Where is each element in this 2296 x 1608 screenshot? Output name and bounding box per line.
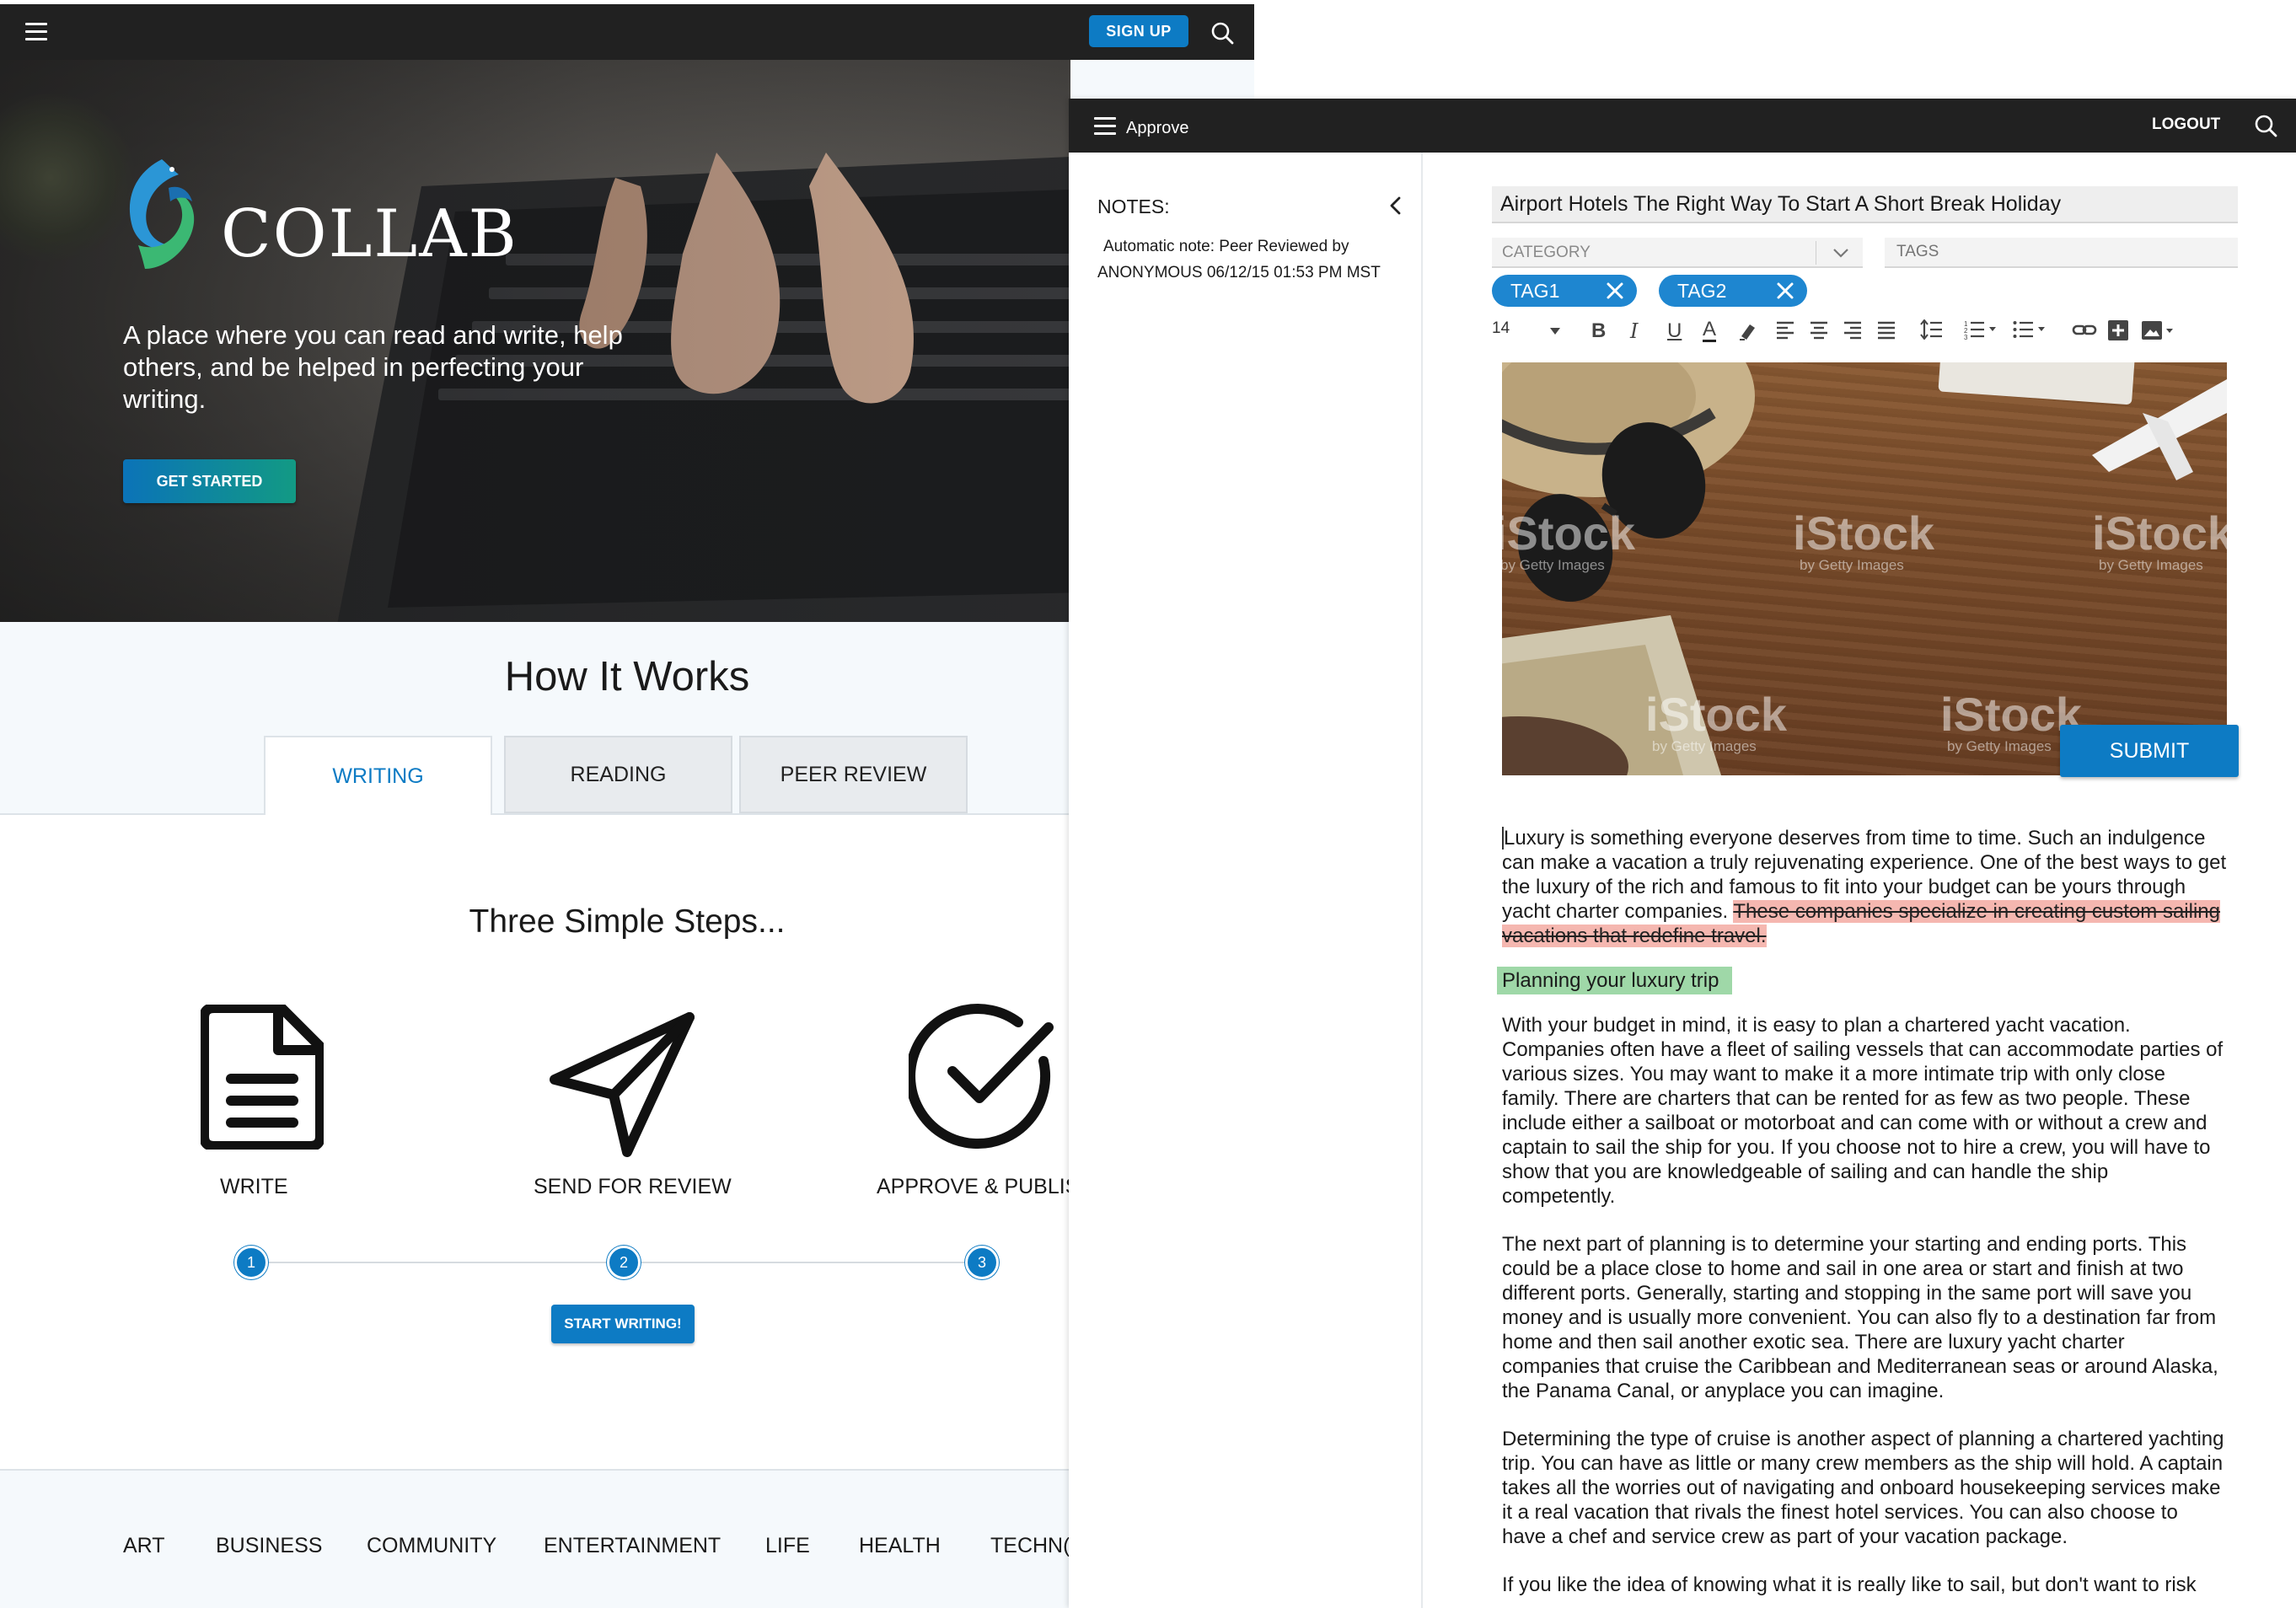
steps-title: Three Simple Steps... xyxy=(469,903,786,940)
section-heading-highlighted[interactable]: Planning your luxury trip xyxy=(1497,967,1733,994)
line-height-icon[interactable] xyxy=(1920,319,1944,340)
start-writing-button[interactable]: START WRITING! xyxy=(551,1305,695,1343)
underline-button[interactable]: U xyxy=(1667,319,1682,343)
category-link-entertainment[interactable]: ENTERTAINMENT xyxy=(544,1534,721,1558)
chevron-left-icon[interactable] xyxy=(1387,195,1405,217)
category-link-community[interactable]: COMMUNITY xyxy=(367,1534,496,1558)
image-watermark: iStock by Getty Images xyxy=(1502,507,1636,573)
hamburger-menu-icon[interactable] xyxy=(1094,117,1116,136)
font-color-button[interactable]: A xyxy=(1703,319,1717,342)
article-editor: CATEGORY TAG1 TAG2 14 B I U A xyxy=(1423,153,2296,1608)
page-title: Approve xyxy=(1126,119,1189,137)
tag-chip: TAG1 xyxy=(1492,275,1637,307)
article-body[interactable]: Luxury is something everyone deserves fr… xyxy=(1497,826,2227,1608)
bold-button[interactable]: B xyxy=(1591,319,1606,343)
search-icon[interactable] xyxy=(2254,114,2277,137)
top-navbar: SIGN UP xyxy=(0,4,1254,60)
landing-page-window: SIGN UP COLLAB A place where you can rea… xyxy=(0,4,1254,1608)
ordered-list-icon[interactable]: 123 xyxy=(1964,319,1998,340)
hero-banner: COLLAB A place where you can read and wr… xyxy=(0,60,1070,622)
highlighter-icon[interactable] xyxy=(1738,319,1758,341)
link-icon[interactable] xyxy=(2072,319,2097,340)
article-paragraph: Luxury is something everyone deserves fr… xyxy=(1502,827,2227,947)
search-icon[interactable] xyxy=(1210,21,1234,45)
align-center-icon[interactable] xyxy=(1809,319,1829,340)
article-title-input[interactable] xyxy=(1492,186,2238,223)
insert-block-icon[interactable] xyxy=(2107,319,2129,341)
category-placeholder: CATEGORY xyxy=(1502,244,1591,261)
article-paragraph: The next part of planning is to determin… xyxy=(1502,1233,2218,1402)
step-label-approve-publish: APPROVE & PUBLIS xyxy=(877,1175,1080,1198)
image-watermark: iStock by Getty Images xyxy=(1793,507,1935,573)
font-size-select[interactable]: 14 xyxy=(1492,319,1510,338)
hamburger-menu-icon[interactable] xyxy=(25,23,47,41)
editor-top-navbar: Approve LOGOUT xyxy=(1069,99,2296,153)
italic-button[interactable]: I xyxy=(1630,319,1638,343)
how-it-works-title: How It Works xyxy=(504,654,750,699)
article-paragraph: If you like the idea of knowing what it … xyxy=(1502,1573,2197,1596)
notes-panel: NOTES: Automatic note: Peer Reviewed by … xyxy=(1069,153,1423,1608)
article-image[interactable]: iStock by Getty Images iStock by Getty Ima… xyxy=(1502,362,2227,775)
hero-tagline: A place where you can read and write, he… xyxy=(123,320,623,414)
tab-reading[interactable]: READING xyxy=(504,736,732,813)
align-right-icon[interactable] xyxy=(1843,319,1863,340)
checkmark-circle-icon xyxy=(909,1004,1054,1150)
image-watermark: iStock by Getty Images xyxy=(2092,507,2227,573)
collab-wordmark: COLLAB xyxy=(221,196,518,272)
step-number-1: 1 xyxy=(234,1246,268,1279)
category-link-life[interactable]: LIFE xyxy=(765,1534,810,1558)
align-justify-icon[interactable] xyxy=(1876,319,1896,340)
document-icon xyxy=(201,1005,324,1150)
remove-tag-icon[interactable] xyxy=(1605,281,1625,301)
step-label-write: WRITE xyxy=(220,1175,288,1198)
submit-button[interactable]: SUBMIT xyxy=(2060,725,2239,777)
step-label-send-for-review: SEND FOR REVIEW xyxy=(534,1175,732,1198)
tag-chip: TAG2 xyxy=(1659,275,1807,307)
note-author-timestamp: ANONYMOUS 06/12/15 01:53 PM MST xyxy=(1097,264,1381,281)
step-number-2: 2 xyxy=(607,1246,641,1279)
category-link-health[interactable]: HEALTH xyxy=(859,1534,941,1558)
notes-title: NOTES: xyxy=(1097,196,1170,217)
steps-panel: Three Simple Steps... WRITE SEND FOR REV… xyxy=(0,813,1254,1471)
caret-down-icon[interactable] xyxy=(1549,327,1561,335)
category-link-business[interactable]: BUSINESS xyxy=(216,1534,322,1558)
svg-text:3: 3 xyxy=(1964,334,1968,340)
category-link-technology[interactable]: TECHN( xyxy=(990,1534,1070,1558)
align-left-icon[interactable] xyxy=(1775,319,1795,340)
note-text-line: Automatic note: Peer Reviewed by xyxy=(1103,238,1349,255)
tab-peer-review[interactable]: PEER REVIEW xyxy=(739,736,968,813)
tag-label: TAG1 xyxy=(1510,279,1560,302)
remove-tag-icon[interactable] xyxy=(1775,281,1795,301)
category-link-art[interactable]: ART xyxy=(123,1534,165,1558)
paper-plane-icon xyxy=(550,1012,695,1157)
chevron-down-icon xyxy=(1833,249,1848,258)
get-started-button[interactable]: GET STARTED xyxy=(123,459,296,503)
sign-up-button[interactable]: SIGN UP xyxy=(1089,15,1188,47)
bullet-list-icon[interactable] xyxy=(2013,319,2047,340)
logout-button[interactable]: LOGOUT xyxy=(2152,115,2220,134)
tags-input[interactable] xyxy=(1885,238,2238,268)
article-paragraph: Determining the type of cruise is anothe… xyxy=(1502,1428,2224,1548)
tab-writing[interactable]: WRITING xyxy=(264,736,492,815)
tag-label: TAG2 xyxy=(1677,279,1727,302)
article-paragraph: With your budget in mind, it is easy to … xyxy=(1502,1014,2224,1208)
note-entry: Automatic note: Peer Reviewed by ANONYMO… xyxy=(1097,233,1418,286)
step-number-3: 3 xyxy=(965,1246,999,1279)
collab-logo-icon xyxy=(129,159,195,269)
insert-image-icon[interactable] xyxy=(2141,319,2175,341)
category-dropdown[interactable]: CATEGORY xyxy=(1492,238,1863,268)
formatting-toolbar: 14 B I U A 123 xyxy=(1492,313,2267,350)
image-watermark: iStock by Getty Images xyxy=(1645,688,1788,754)
approve-editor-window: Approve LOGOUT NOTES: Automatic note: Pe… xyxy=(1069,99,2296,1608)
